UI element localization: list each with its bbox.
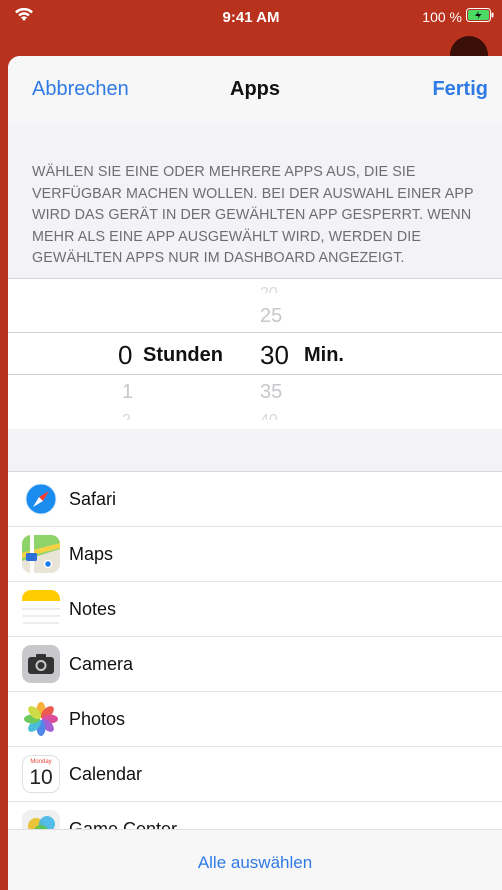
picker-minute-cut-bottom: 40 xyxy=(260,412,278,420)
calendar-icon: Monday 10 xyxy=(22,755,60,793)
app-name: Calendar xyxy=(69,763,143,784)
picker-hour-unit: Stunden xyxy=(143,344,223,366)
picker-hour-next[interactable]: 1 xyxy=(122,381,133,404)
app-list: Safari Maps Notes Camera Photos Monday 1… xyxy=(8,471,502,830)
safari-icon xyxy=(22,480,60,518)
footer-bar: Alle auswählen xyxy=(8,829,502,890)
picker-minute-selected[interactable]: 30 xyxy=(260,340,289,371)
picker-minute-cut: 20 xyxy=(260,285,278,293)
list-item[interactable]: Photos xyxy=(8,692,502,747)
picker-hour-selected[interactable]: 0 xyxy=(118,340,132,371)
status-bar: 9:41 AM 100 % xyxy=(0,0,502,36)
apps-sheet: Abbrechen Apps Fertig WÄHLEN SIE EINE OD… xyxy=(8,56,502,890)
picker-minute-prev[interactable]: 25 xyxy=(260,305,282,328)
list-item[interactable]: Maps xyxy=(8,527,502,582)
app-name: Maps xyxy=(69,543,114,564)
calendar-icon-day: Monday xyxy=(30,759,52,765)
photos-icon xyxy=(22,700,60,738)
battery-icon xyxy=(466,8,494,25)
picker-selection-top xyxy=(8,332,502,333)
list-item[interactable]: Monday 10 Calendar xyxy=(8,747,502,802)
nav-bar: Abbrechen Apps Fertig xyxy=(8,56,502,123)
app-name: Notes xyxy=(69,598,117,619)
duration-picker[interactable]: 20 25 0 Stunden 30 Min. 1 35 2 40 xyxy=(8,278,502,429)
select-all-button[interactable]: Alle auswählen xyxy=(8,852,502,874)
app-name: Photos xyxy=(69,708,126,729)
picker-minute-next[interactable]: 35 xyxy=(260,381,282,404)
done-button[interactable]: Fertig xyxy=(432,78,488,101)
picker-selection-bottom xyxy=(8,374,502,375)
list-item[interactable]: Camera xyxy=(8,637,502,692)
notes-icon xyxy=(22,590,60,628)
camera-icon xyxy=(22,645,60,683)
calendar-icon-date: 10 xyxy=(29,766,53,789)
list-item[interactable]: Safari xyxy=(8,472,502,527)
list-item[interactable]: Notes xyxy=(8,582,502,637)
picker-hour-cut: 2 xyxy=(122,412,131,420)
battery-percent: 100 % xyxy=(422,8,462,25)
page-title: Apps xyxy=(230,78,280,100)
list-item[interactable]: Game Center xyxy=(8,802,502,830)
maps-icon xyxy=(22,535,60,573)
description-text: WÄHLEN SIE EINE ODER MEHRERE APPS AUS, D… xyxy=(32,164,474,266)
game-center-icon xyxy=(22,810,60,830)
app-name: Safari xyxy=(69,488,117,509)
picker-minute-unit: Min. xyxy=(304,344,344,366)
app-name: Camera xyxy=(69,653,134,674)
